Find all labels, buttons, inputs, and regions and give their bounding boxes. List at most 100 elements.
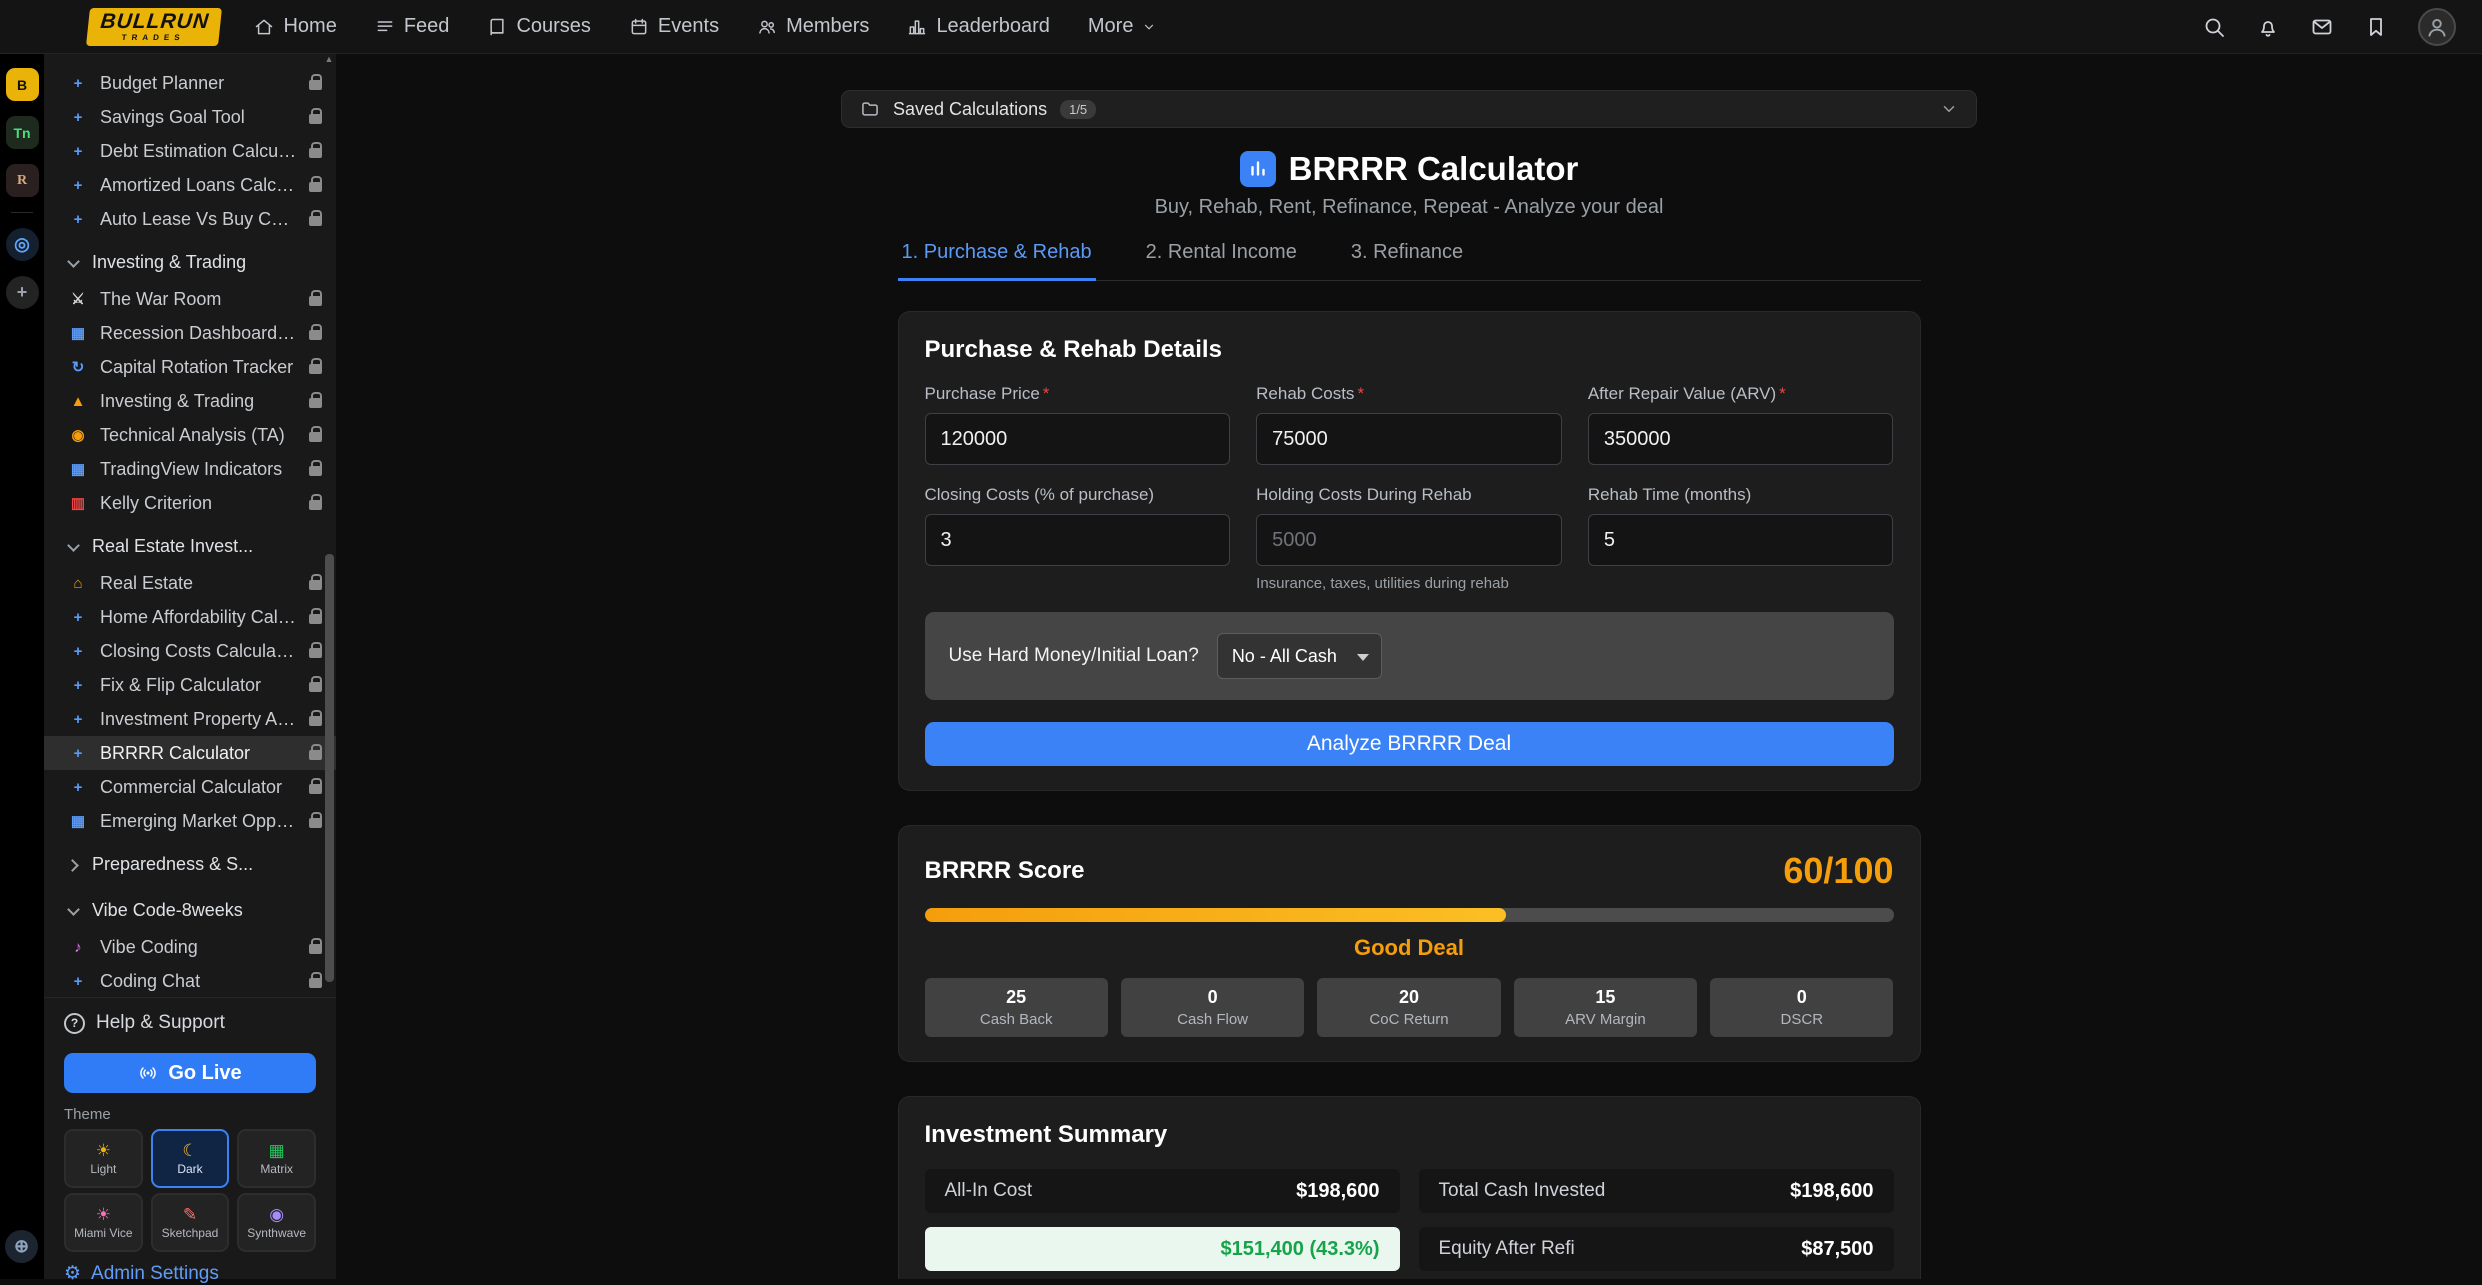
saved-calculations-accordion[interactable]: Saved Calculations 1/5: [841, 90, 1977, 128]
sidebar-item-amortized-loans[interactable]: +Amortized Loans Calcul...: [44, 168, 336, 202]
stat-value: 20: [1317, 987, 1500, 1008]
tool-icon: +: [68, 745, 88, 762]
score-breakdown: 25Cash Back 0Cash Flow 20CoC Return 15AR…: [925, 978, 1894, 1037]
sidebar-item-label: Kelly Criterion: [100, 493, 297, 514]
notifications-bell-icon[interactable]: [2256, 15, 2280, 39]
globe-icon[interactable]: ⊕: [5, 1230, 38, 1263]
score-progress-track: [925, 908, 1894, 922]
add-workspace-icon[interactable]: +: [6, 276, 39, 309]
sidebar-item-closing-costs[interactable]: +Closing Costs Calculator: [44, 634, 336, 668]
hard-money-select[interactable]: No - All Cash: [1217, 633, 1382, 679]
nav-courses[interactable]: Courses: [487, 15, 590, 38]
bullrun-logo[interactable]: BULLRUN TRADES: [86, 8, 222, 46]
nav-members[interactable]: Members: [757, 15, 869, 38]
rehab-time-input[interactable]: [1588, 514, 1894, 566]
saved-count-badge: 1/5: [1060, 100, 1096, 119]
sidebar-item-real-estate[interactable]: ⌂Real Estate: [44, 566, 336, 600]
user-avatar[interactable]: [2418, 8, 2456, 46]
sidebar-item-debt-estimation[interactable]: +Debt Estimation Calcula...: [44, 134, 336, 168]
calculator-tabs: 1. Purchase & Rehab 2. Rental Income 3. …: [898, 241, 1921, 281]
sidebar-item-home-affordability[interactable]: +Home Affordability Calc...: [44, 600, 336, 634]
theme-synthwave[interactable]: ◉Synthwave: [237, 1193, 316, 1252]
lock-icon: [309, 432, 322, 442]
sidebar-item-vibe-coding[interactable]: ♪Vibe Coding: [44, 930, 336, 964]
tool-icon: ▥: [68, 494, 88, 512]
sidebar-item-label: BRRRR Calculator: [100, 743, 297, 764]
tab-refinance[interactable]: 3. Refinance: [1347, 241, 1467, 281]
sidebar-item-brrrr-calculator[interactable]: + BRRRR Calculator: [44, 736, 336, 770]
sidebar-item-label: Debt Estimation Calcula...: [100, 141, 297, 162]
purchase-price-input[interactable]: [925, 413, 1231, 465]
saved-calculations-label: Saved Calculations: [893, 99, 1047, 120]
chevron-down-icon: [1142, 20, 1156, 34]
sidebar-item-war-room[interactable]: ⚔The War Room: [44, 282, 336, 316]
theme-sketchpad[interactable]: ✎Sketchpad: [151, 1193, 230, 1252]
bookmark-icon[interactable]: [2364, 15, 2388, 39]
sidebar-section-investing-trading[interactable]: Investing & Trading: [44, 242, 336, 282]
tab-rental-income[interactable]: 2. Rental Income: [1142, 241, 1301, 281]
sidebar-item-fix-flip[interactable]: +Fix & Flip Calculator: [44, 668, 336, 702]
tab-purchase-rehab[interactable]: 1. Purchase & Rehab: [898, 241, 1096, 281]
theme-miami-vice[interactable]: ☀Miami Vice: [64, 1193, 143, 1252]
sidebar-item-commercial-calculator[interactable]: +Commercial Calculator: [44, 770, 336, 804]
closing-costs-input[interactable]: [925, 514, 1231, 566]
nav-home[interactable]: Home: [254, 15, 336, 38]
workspace-compass-icon[interactable]: ◎: [6, 228, 39, 261]
sidebar-item-auto-lease[interactable]: +Auto Lease Vs Buy Cal...: [44, 202, 336, 236]
sidebar-item-tradingview[interactable]: ▦TradingView Indicators: [44, 452, 336, 486]
score-heading: BRRRR Score: [925, 857, 1085, 885]
sidebar-item-coding-chat[interactable]: +Coding Chat: [44, 964, 336, 997]
nav-feed[interactable]: Feed: [375, 15, 450, 38]
lock-icon: [309, 500, 322, 510]
sidebar-scrollbar[interactable]: [325, 554, 334, 982]
messages-envelope-icon[interactable]: [2310, 15, 2334, 39]
lock-icon: [309, 182, 322, 192]
score-progress-fill: [925, 908, 1506, 922]
sidebar-item-technical-analysis[interactable]: ◉Technical Analysis (TA): [44, 418, 336, 452]
scrollbar-up-arrow[interactable]: ▲: [323, 54, 335, 64]
theme-grid: ☀Light ☾Dark ▦Matrix ☀Miami Vice ✎Sketch…: [64, 1129, 316, 1252]
rehab-costs-input[interactable]: [1256, 413, 1562, 465]
sidebar-item-emerging-market[interactable]: ▦Emerging Market Oppor...: [44, 804, 336, 838]
workspace-bullrun-icon[interactable]: B: [6, 68, 39, 101]
holding-costs-input[interactable]: [1256, 514, 1562, 566]
workspace-r-icon[interactable]: R: [6, 164, 39, 197]
nav-label: Home: [283, 15, 336, 38]
arv-input[interactable]: [1588, 413, 1894, 465]
nav-more[interactable]: More: [1088, 15, 1157, 38]
help-support-link[interactable]: ? Help & Support: [64, 1004, 316, 1042]
sidebar-section-preparedness[interactable]: Preparedness & S...: [44, 844, 336, 884]
search-icon[interactable]: [2202, 15, 2226, 39]
stat-label: CoC Return: [1317, 1011, 1500, 1028]
summary-label: All-In Cost: [945, 1180, 1033, 1202]
analyze-deal-button[interactable]: Analyze BRRRR Deal: [925, 722, 1894, 766]
sidebar-item-capital-rotation[interactable]: ↻Capital Rotation Tracker: [44, 350, 336, 384]
go-live-label: Go Live: [168, 1062, 241, 1085]
sidebar-item-savings-goal[interactable]: +Savings Goal Tool: [44, 100, 336, 134]
sidebar-section-vibe-code[interactable]: Vibe Code-8weeks: [44, 890, 336, 930]
tool-icon: ↻: [68, 358, 88, 376]
go-live-button[interactable]: Go Live: [64, 1053, 316, 1093]
sidebar-item-label: Emerging Market Oppor...: [100, 811, 297, 832]
theme-name: Miami Vice: [74, 1226, 132, 1240]
nav-leaderboard[interactable]: Leaderboard: [907, 15, 1049, 38]
stat-label: ARV Margin: [1514, 1011, 1697, 1028]
sidebar-section-real-estate[interactable]: Real Estate Invest...: [44, 526, 336, 566]
nav-events[interactable]: Events: [629, 15, 719, 38]
theme-matrix[interactable]: ▦Matrix: [237, 1129, 316, 1188]
theme-dark[interactable]: ☾Dark: [151, 1129, 230, 1188]
sidebar-item-recession-dashboard[interactable]: ▦Recession Dashboard V2: [44, 316, 336, 350]
workspace-tn-icon[interactable]: Tn: [6, 116, 39, 149]
sidebar-item-investing-trading[interactable]: ▲Investing & Trading: [44, 384, 336, 418]
calendar-icon: [629, 17, 649, 37]
sidebar-item-investment-property[interactable]: +Investment Property An...: [44, 702, 336, 736]
sidebar-section-label: Real Estate Invest...: [92, 536, 253, 557]
admin-settings-link[interactable]: ⚙ Admin Settings: [64, 1262, 316, 1285]
lock-icon: [309, 580, 322, 590]
field-label: Rehab Costs*: [1256, 384, 1562, 404]
sidebar-item-budget-planner[interactable]: +Budget Planner: [44, 66, 336, 100]
moon-icon: ☾: [182, 1142, 197, 1159]
sidebar-item-kelly-criterion[interactable]: ▥ Kelly Criterion: [44, 486, 336, 520]
theme-name: Synthwave: [247, 1226, 306, 1240]
theme-light[interactable]: ☀Light: [64, 1129, 143, 1188]
